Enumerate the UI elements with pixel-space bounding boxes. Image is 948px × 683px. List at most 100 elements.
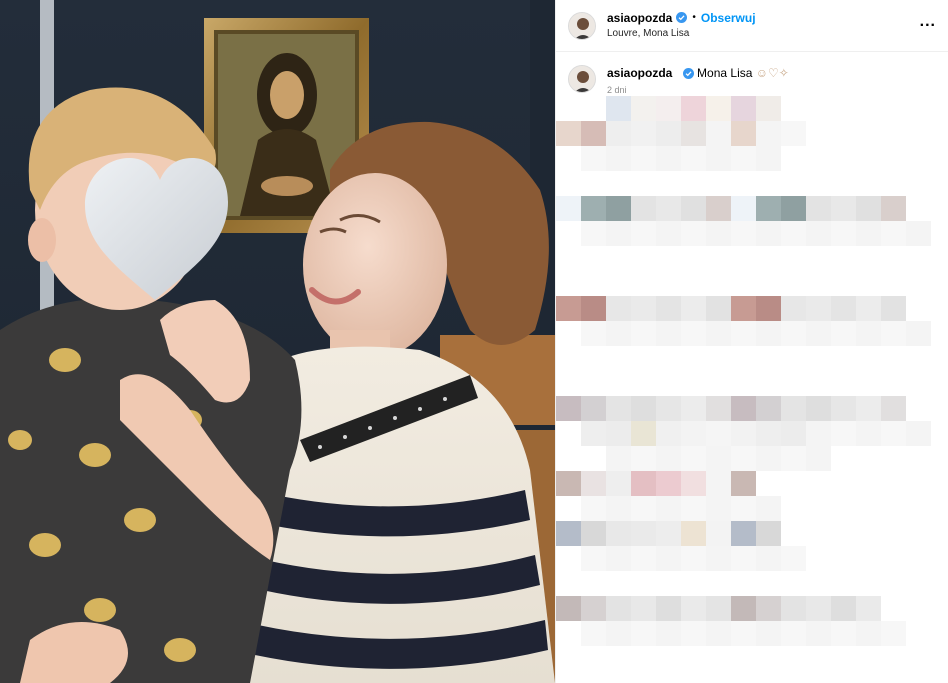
mosaic-cell (831, 296, 856, 321)
mosaic-cell (681, 221, 706, 246)
follow-button[interactable]: Obserwuj (701, 11, 756, 25)
mosaic-cell (781, 121, 806, 146)
more-options-icon[interactable]: ... (920, 13, 936, 39)
mosaic-cell (856, 196, 881, 221)
mosaic-cell (681, 321, 706, 346)
mosaic-cell (756, 496, 781, 521)
mosaic-cell (656, 496, 681, 521)
mosaic-cell (731, 521, 756, 546)
mosaic-cell (606, 296, 631, 321)
mosaic-cell (831, 196, 856, 221)
mosaic-cell (581, 396, 606, 421)
mosaic-cell (631, 196, 656, 221)
mosaic-cell (656, 521, 681, 546)
mosaic-cell (731, 296, 756, 321)
post-sidebar: asiaopozda • Obserwuj Louvre, Mona Lisa … (555, 0, 948, 683)
location-link[interactable]: Louvre, Mona Lisa (607, 27, 920, 41)
mosaic-cell (831, 596, 856, 621)
mosaic-cell (756, 421, 781, 446)
mosaic-cell (606, 546, 631, 571)
mosaic-cell (706, 221, 731, 246)
caption-avatar[interactable] (568, 65, 596, 93)
mosaic-cell (681, 296, 706, 321)
mosaic-cell (581, 196, 606, 221)
mosaic-cell (631, 221, 656, 246)
mosaic-cell (731, 546, 756, 571)
mosaic-cell (606, 221, 631, 246)
mosaic-cell (706, 396, 731, 421)
mosaic-cell (631, 121, 656, 146)
username-link[interactable]: asiaopozda (607, 11, 672, 25)
mosaic-cell (631, 321, 656, 346)
mosaic-cell (631, 421, 656, 446)
mosaic-cell (606, 596, 631, 621)
mosaic-cell (656, 546, 681, 571)
mosaic-cell (606, 96, 631, 121)
mosaic-cell (631, 296, 656, 321)
mosaic-cell (881, 196, 906, 221)
mosaic-cell (756, 221, 781, 246)
mosaic-cell (631, 96, 656, 121)
avatar[interactable] (568, 11, 596, 40)
mosaic-cell (781, 621, 806, 646)
mosaic-cell (906, 221, 931, 246)
mosaic-cell (581, 496, 606, 521)
mosaic-cell (831, 221, 856, 246)
mosaic-cell (681, 446, 706, 471)
mosaic-cell (756, 96, 781, 121)
mosaic-cell (556, 596, 581, 621)
mosaic-cell (681, 546, 706, 571)
mosaic-cell (656, 121, 681, 146)
verified-badge-icon (676, 12, 688, 23)
post-header: asiaopozda • Obserwuj Louvre, Mona Lisa … (556, 0, 948, 52)
mosaic-cell (631, 146, 656, 171)
post-photo[interactable] (0, 0, 555, 683)
mosaic-cell (556, 296, 581, 321)
mosaic-cell (781, 421, 806, 446)
mosaic-cell (656, 196, 681, 221)
mosaic-cell (581, 121, 606, 146)
mosaic-cell (781, 446, 806, 471)
mosaic-cell (656, 321, 681, 346)
separator-dot: • (692, 11, 696, 23)
mosaic-cell (656, 146, 681, 171)
mosaic-cell (606, 396, 631, 421)
mosaic-cell (756, 521, 781, 546)
mosaic-cell (756, 196, 781, 221)
mosaic-cell (631, 496, 656, 521)
mosaic-cell (606, 321, 631, 346)
mosaic-cell (906, 321, 931, 346)
mosaic-cell (731, 146, 756, 171)
mosaic-cell (606, 621, 631, 646)
mosaic-cell (756, 146, 781, 171)
mosaic-cell (731, 621, 756, 646)
mosaic-cell (681, 196, 706, 221)
mosaic-cell (706, 296, 731, 321)
mosaic-cell (756, 621, 781, 646)
mosaic-cell (606, 521, 631, 546)
mosaic-cell (706, 96, 731, 121)
mosaic-cell (656, 396, 681, 421)
mosaic-cell (831, 396, 856, 421)
mosaic-cell (706, 496, 731, 521)
mosaic-cell (681, 521, 706, 546)
mosaic-cell (756, 296, 781, 321)
mosaic-cell (756, 446, 781, 471)
mosaic-cell (731, 321, 756, 346)
mosaic-cell (781, 396, 806, 421)
mosaic-cell (806, 321, 831, 346)
mosaic-cell (706, 446, 731, 471)
mosaic-cell (806, 446, 831, 471)
mosaic-cell (606, 471, 631, 496)
mosaic-cell (681, 621, 706, 646)
caption-emoji: ☺♡✧ (755, 66, 789, 80)
mosaic-cell (581, 521, 606, 546)
mosaic-cell (756, 321, 781, 346)
mosaic-cell (606, 446, 631, 471)
mosaic-cell (581, 421, 606, 446)
mosaic-cell (806, 421, 831, 446)
mosaic-cell (856, 296, 881, 321)
mosaic-cell (856, 396, 881, 421)
caption-username[interactable]: asiaopozda (607, 66, 672, 80)
mosaic-cell (706, 321, 731, 346)
